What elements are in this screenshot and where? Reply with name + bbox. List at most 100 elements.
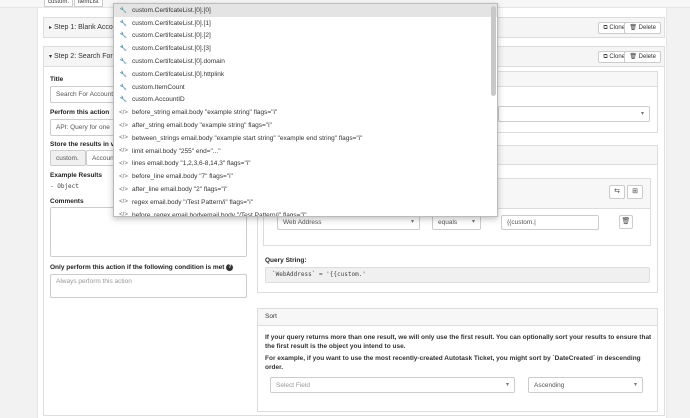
add-group-icon[interactable]: ⊞ [627, 185, 643, 199]
sort-order-select[interactable]: Ascending ▾ [528, 377, 643, 393]
autocomplete-item-text: before_string email.body "example string… [132, 109, 278, 117]
code-icon: </> [119, 212, 128, 217]
code-icon: </> [119, 160, 128, 167]
question-circle-icon[interactable]: ? [226, 264, 234, 271]
autocomplete-item-text: before_line email.body "7" flags="i" [132, 173, 233, 181]
add-rule-icon[interactable]: ⇆ [609, 185, 625, 199]
chevron-down-icon: ▾ [505, 382, 509, 388]
wrench-icon: 🔧 [119, 46, 128, 53]
sort-panel-header [258, 309, 657, 326]
sort-title: Sort [265, 313, 277, 320]
store-label: Store the results in v [50, 141, 115, 148]
condition-label: Only perform this action if the followin… [50, 264, 234, 271]
autocomplete-item[interactable]: 🔧 custom.CertifcateList.[0].[3] [114, 42, 497, 55]
autocomplete-item-text: custom.CertifcateList.[0].[0] [132, 6, 211, 14]
caret-right-icon: ▸ [49, 25, 53, 31]
code-icon: </> [119, 148, 128, 155]
variable-autocomplete-dropdown: 🔧 custom.CertifcateList.[0].[0] 🔧 custom.Ce… [113, 3, 498, 217]
code-icon: </> [119, 135, 128, 142]
clone-label: Clone [609, 54, 625, 60]
condition-label-text: Only perform this action if the followin… [50, 264, 225, 271]
autocomplete-item[interactable]: </> before_line email.body "7" flags="i" [114, 170, 497, 183]
caret-down-icon: ▾ [49, 54, 53, 60]
code-icon: </> [119, 199, 128, 206]
autocomplete-item-text: after_line email.body "2" flags="i" [132, 186, 228, 194]
code-icon: </> [119, 186, 128, 193]
store-prefix: custom. [50, 150, 86, 166]
autocomplete-item-text: lines email.body "1,2,3,6-8,14,3" flags=… [132, 160, 251, 168]
wrench-icon: 🔧 [119, 97, 128, 104]
autocomplete-item-text: custom.ItemCount [132, 83, 185, 91]
delete-label: Delete [638, 25, 656, 31]
step-2-title: Step 2: Search For [54, 53, 113, 60]
action-label: Perform this action [50, 109, 110, 116]
step-1-title: Step 1: Blank Acco [54, 24, 113, 31]
query-string-value: `WebAddress` = '{{custom.' [265, 267, 650, 283]
wrench-icon: 🔧 [119, 20, 128, 27]
code-icon: </> [119, 173, 128, 180]
filter-value-input[interactable]: {{custom.| [501, 215, 599, 230]
wrench-icon: 🔧 [119, 7, 128, 14]
condition-input[interactable]: Always perform this action [50, 274, 247, 298]
autocomplete-item[interactable]: </> regex email.body "/Test Pattern/i" fl… [114, 196, 497, 209]
autocomplete-item[interactable]: 🔧 custom.CertifcateList.[0].httplink [114, 68, 497, 81]
autocomplete-item[interactable]: </> before_string email.body "example str… [114, 106, 497, 119]
autocomplete-item-text: limit email.body "255" end="..." [132, 147, 221, 155]
wrench-icon: 🔧 [119, 71, 128, 78]
autocomplete-item-text: between_strings email.body "example star… [132, 134, 363, 142]
code-icon: </> [119, 122, 128, 129]
autocomplete-item[interactable]: </> before_regex email.bodyemail.body "/T… [114, 209, 497, 217]
options-select[interactable]: ▾ [498, 106, 650, 122]
code-icon: </> [119, 109, 128, 116]
autocomplete-item[interactable]: 🔧 custom.CertifcateList.[0].[1] [114, 17, 497, 30]
autocomplete-item[interactable]: 🔧 custom.ItemCount [114, 81, 497, 94]
example-results-value: - Object [50, 183, 79, 190]
autocomplete-item[interactable]: 🔧 custom.CertifcateList.[0].[2] [114, 30, 497, 43]
autocomplete-item-text: custom.CertifcateList.[0].[3] [132, 45, 211, 53]
autocomplete-item[interactable]: 🔧 custom.AccountID [114, 94, 497, 107]
autocomplete-item[interactable]: 🔧 custom.CertifcateList.[0].[0] [114, 4, 497, 17]
chevron-down-icon: ▾ [640, 111, 644, 117]
autocomplete-item[interactable]: </> limit email.body "255" end="..." [114, 145, 497, 158]
filter-field-select[interactable]: Web Address ▾ [277, 215, 420, 230]
sort-description: If your query returns more than one resu… [265, 334, 652, 350]
autocomplete-item-text: custom.CertifcateList.[0].httplink [132, 70, 225, 78]
wrench-icon: 🔧 [119, 59, 128, 66]
autocomplete-item-text: regex email.body "/Test Pattern/i" flags… [132, 198, 254, 206]
delete-button[interactable]: 🗑 Delete [624, 22, 661, 34]
chevron-down-icon: ▾ [633, 382, 637, 388]
sort-field-placeholder: Select Field [276, 382, 310, 389]
sort-order-value: Ascending [534, 382, 565, 389]
autocomplete-item-text: custom.CertifcateList.[0].domain [132, 58, 225, 66]
delete-button[interactable]: 🗑 Delete [624, 51, 661, 63]
autocomplete-item[interactable]: </> after_string email.body "example stri… [114, 119, 497, 132]
chevron-down-icon: ▾ [410, 219, 414, 225]
query-string-label: Query String: [265, 257, 307, 264]
autocomplete-item[interactable]: </> lines email.body "1,2,3,6-8,14,3" fla… [114, 158, 497, 171]
sort-field-select[interactable]: Select Field ▾ [270, 377, 515, 393]
dropdown-scrollbar[interactable] [491, 6, 496, 96]
autocomplete-item-text: before_regex email.bodyemail.body "/Test… [132, 211, 307, 217]
sort-example: For example, if you want to use the most… [265, 355, 641, 371]
autocomplete-item-text: after_string email.body "example string"… [132, 122, 272, 130]
top-strip-pill: itemList [74, 0, 103, 7]
autocomplete-item[interactable]: 🔧 custom.CertifcateList.[0].domain [114, 55, 497, 68]
autocomplete-item-text: custom.AccountID [132, 96, 185, 104]
autocomplete-item[interactable]: </> after_line email.body "2" flags="i" [114, 183, 497, 196]
wrench-icon: 🔧 [119, 33, 128, 40]
trash-icon[interactable]: 🗑 [619, 215, 633, 229]
title-label: Title [50, 76, 64, 83]
comments-label: Comments [50, 198, 84, 205]
autocomplete-item-text: custom.CertifcateList.[0].[1] [132, 19, 211, 27]
top-strip-pill: custom. [44, 0, 74, 7]
filter-field-value: Web Address [283, 219, 322, 226]
filter-operator-select[interactable]: equals ▾ [432, 215, 481, 230]
autocomplete-item[interactable]: </> between_strings email.body "example s… [114, 132, 497, 145]
example-results-label: Example Results [50, 172, 103, 179]
delete-label: Delete [638, 54, 656, 60]
wrench-icon: 🔧 [119, 84, 128, 91]
clone-label: Clone [609, 25, 625, 31]
autocomplete-list: 🔧 custom.CertifcateList.[0].[0] 🔧 custom.Ce… [114, 4, 497, 217]
autocomplete-item-text: custom.CertifcateList.[0].[2] [132, 32, 211, 40]
action-select-value: API: Query for one [56, 124, 110, 131]
